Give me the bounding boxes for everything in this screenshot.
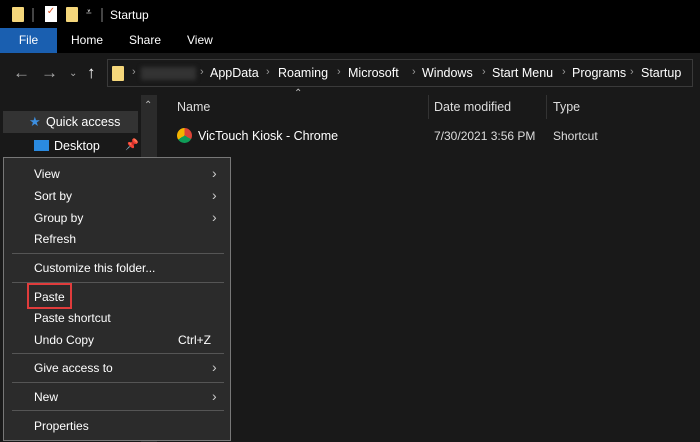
menu-item-sort-by[interactable]: Sort by	[34, 189, 72, 203]
breadcrumb-appdata[interactable]: AppData	[210, 66, 259, 80]
menu-item-new[interactable]: New	[34, 390, 58, 404]
menu-separator	[12, 353, 224, 354]
menu-item-give-access[interactable]: Give access to	[34, 361, 113, 375]
file-row[interactable]: VicTouch Kiosk - Chrome 7/30/2021 3:56 P…	[170, 126, 690, 146]
tab-home[interactable]: Home	[71, 28, 103, 53]
column-divider[interactable]	[428, 95, 429, 119]
column-date-modified[interactable]: Date modified	[434, 100, 511, 114]
properties-icon[interactable]: ✓	[45, 6, 57, 22]
submenu-arrow-icon: ›	[212, 359, 217, 375]
scroll-up-icon[interactable]: ⌃	[144, 100, 152, 111]
sidebar-item-quick-access[interactable]: ★ Quick access	[3, 111, 138, 133]
menu-separator	[12, 382, 224, 383]
breadcrumb-startup[interactable]: Startup	[641, 66, 681, 80]
column-divider[interactable]	[546, 95, 547, 119]
file-date: 7/30/2021 3:56 PM	[434, 129, 536, 143]
folder-icon	[112, 66, 124, 81]
menu-item-properties[interactable]: Properties	[34, 419, 89, 433]
tab-file[interactable]: File	[0, 28, 57, 53]
menu-item-paste-shortcut[interactable]: Paste shortcut	[34, 311, 111, 325]
file-type: Shortcut	[553, 129, 598, 143]
address-bar[interactable]: › › AppData › Roaming › Microsoft › Wind…	[107, 59, 693, 87]
menu-item-refresh[interactable]: Refresh	[34, 232, 76, 246]
file-name: VicTouch Kiosk - Chrome	[198, 129, 339, 143]
sort-ascending-icon: ⌃	[294, 88, 303, 99]
recent-locations-icon[interactable]: ⌄	[69, 68, 77, 79]
menu-item-undo-copy[interactable]: Undo Copy	[34, 333, 94, 347]
column-name[interactable]: Name	[177, 100, 210, 114]
new-folder-icon[interactable]	[66, 7, 78, 22]
breadcrumb-start-menu[interactable]: Start Menu	[492, 66, 553, 80]
submenu-arrow-icon: ›	[212, 165, 217, 181]
menu-item-view[interactable]: View	[34, 167, 60, 181]
redacted-username	[141, 67, 196, 80]
column-type[interactable]: Type	[553, 100, 580, 114]
menu-item-customize-folder[interactable]: Customize this folder...	[34, 261, 155, 275]
tab-share[interactable]: Share	[129, 28, 161, 53]
breadcrumb-roaming[interactable]: Roaming	[278, 66, 328, 80]
context-menu: View › Sort by › Group by › Refresh Cust…	[3, 157, 231, 441]
menu-separator	[12, 410, 224, 411]
menu-item-paste[interactable]: Paste	[34, 290, 65, 304]
breadcrumb-windows[interactable]: Windows	[422, 66, 473, 80]
folder-icon	[12, 7, 24, 22]
forward-icon[interactable]: →	[41, 63, 58, 83]
back-icon[interactable]: ←	[13, 63, 30, 83]
pin-icon[interactable]: 📌	[125, 138, 139, 151]
title-bar: ✓ ⩡ Startup	[0, 0, 700, 28]
breadcrumb-microsoft[interactable]: Microsoft	[348, 66, 399, 80]
menu-separator	[12, 253, 224, 254]
divider	[101, 8, 103, 22]
sidebar-item-label: Desktop	[54, 139, 100, 153]
sidebar-item-desktop[interactable]: Desktop 📌	[3, 135, 139, 157]
up-icon[interactable]: ↑	[87, 63, 96, 83]
breadcrumb-programs[interactable]: Programs	[572, 66, 626, 80]
submenu-arrow-icon: ›	[212, 388, 217, 404]
desktop-icon	[34, 140, 49, 151]
submenu-arrow-icon: ›	[212, 209, 217, 225]
star-icon: ★	[29, 114, 41, 129]
sidebar-item-label: Quick access	[46, 115, 121, 129]
ribbon-tabs: File Home Share View	[0, 28, 700, 53]
shortcut-label: Ctrl+Z	[178, 333, 211, 347]
divider	[32, 8, 34, 22]
submenu-arrow-icon: ›	[212, 187, 217, 203]
customize-qat-icon[interactable]: ⩡	[86, 7, 92, 18]
menu-item-group-by[interactable]: Group by	[34, 211, 83, 225]
tab-view[interactable]: View	[187, 28, 213, 53]
window-title: Startup	[110, 8, 149, 22]
chrome-shortcut-icon	[177, 128, 192, 143]
